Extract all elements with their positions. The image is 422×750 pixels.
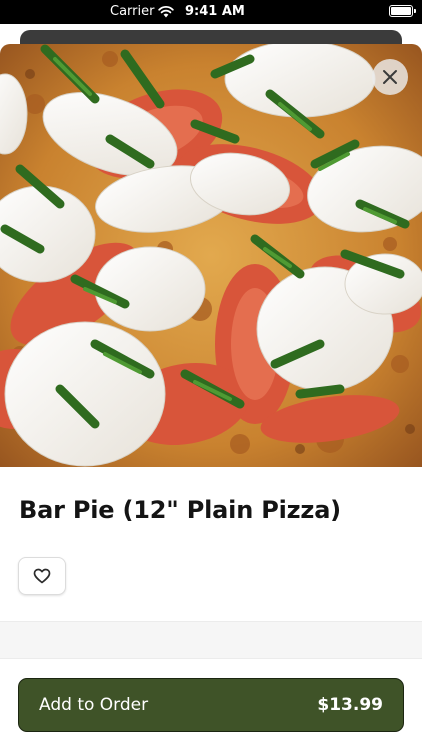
item-title: Bar Pie (12" Plain Pizza) <box>19 496 341 524</box>
status-time: 9:41 AM <box>185 4 245 19</box>
item-image <box>0 44 422 467</box>
carrier-label: Carrier <box>110 4 155 19</box>
battery-icon <box>389 5 416 17</box>
close-button[interactable] <box>372 59 408 95</box>
favorite-button[interactable] <box>18 557 66 595</box>
add-to-order-button[interactable]: Add to Order $13.99 <box>18 678 404 732</box>
wifi-icon <box>158 5 174 18</box>
add-to-order-label: Add to Order <box>39 695 149 715</box>
close-icon <box>383 70 397 84</box>
status-bar: Carrier 9:41 AM <box>0 0 422 24</box>
section-divider <box>0 621 422 659</box>
heart-outline-icon <box>33 568 51 584</box>
background-sheet <box>20 30 402 44</box>
add-to-order-price: $13.99 <box>317 695 383 715</box>
